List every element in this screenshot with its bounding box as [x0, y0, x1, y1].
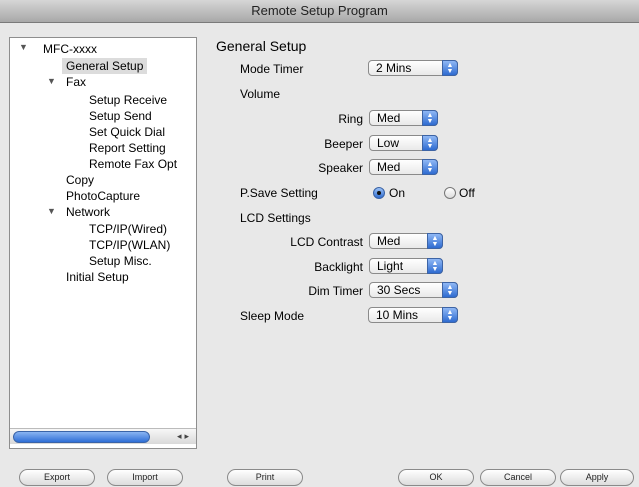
- beeper-select[interactable]: Low ▲ ▼: [369, 135, 438, 151]
- popup-arrows-icon: ▲ ▼: [422, 135, 438, 151]
- ok-button[interactable]: OK: [398, 469, 474, 486]
- lcd-settings-label: LCD Settings: [240, 211, 311, 225]
- dim-timer-label: Dim Timer: [308, 284, 363, 298]
- tree-item-setup-send[interactable]: Setup Send: [89, 108, 152, 124]
- backlight-value: Light: [377, 259, 404, 273]
- tree-item-initial-setup[interactable]: Initial Setup: [66, 269, 129, 285]
- disclosure-expanded-icon[interactable]: ▼: [47, 206, 56, 216]
- beeper-value: Low: [377, 136, 400, 150]
- psave-off-radio[interactable]: [444, 187, 456, 199]
- sleep-mode-label: Sleep Mode: [240, 309, 305, 323]
- export-button[interactable]: Export: [19, 469, 95, 486]
- popup-arrows-icon: ▲ ▼: [442, 282, 458, 298]
- tree-horizontal-scrollbar[interactable]: ◂▸: [10, 428, 196, 444]
- tree-item-setup-misc[interactable]: Setup Misc.: [89, 253, 152, 269]
- speaker-select[interactable]: Med ▲ ▼: [369, 159, 438, 175]
- popup-arrows-icon: ▲ ▼: [442, 60, 458, 76]
- import-button[interactable]: Import: [107, 469, 183, 486]
- tree-item-tcpip-wlan[interactable]: TCP/IP(WLAN): [89, 237, 170, 253]
- scrollbar-thumb[interactable]: [13, 431, 150, 443]
- psave-on-label[interactable]: On: [389, 186, 405, 200]
- psave-label: P.Save Setting: [240, 186, 318, 200]
- psave-on-radio[interactable]: [373, 187, 385, 199]
- tree-item-remote-fax-opt[interactable]: Remote Fax Opt: [89, 156, 177, 172]
- scroll-arrows-icon[interactable]: ◂▸: [177, 429, 192, 444]
- tree-item-fax[interactable]: Fax: [66, 74, 86, 90]
- tree-root[interactable]: MFC-xxxx: [43, 41, 97, 57]
- dim-timer-value: 30 Secs: [377, 283, 421, 297]
- sleep-mode-value: 10 Mins: [376, 308, 419, 322]
- popup-arrows-icon: ▲ ▼: [427, 258, 443, 274]
- popup-arrows-icon: ▲ ▼: [422, 110, 438, 126]
- section-title: General Setup: [216, 38, 307, 54]
- volume-label: Volume: [240, 87, 281, 101]
- lcd-contrast-select[interactable]: Med ▲ ▼: [369, 233, 443, 249]
- dim-timer-select[interactable]: 30 Secs ▲ ▼: [369, 282, 458, 298]
- window-title: Remote Setup Program: [0, 0, 639, 23]
- backlight-label: Backlight: [314, 260, 363, 274]
- speaker-label: Speaker: [318, 161, 363, 175]
- popup-arrows-icon: ▲ ▼: [442, 307, 458, 323]
- beeper-label: Beeper: [324, 137, 363, 151]
- cancel-button[interactable]: Cancel: [480, 469, 556, 486]
- mode-timer-value: 2 Mins: [376, 61, 412, 75]
- popup-arrows-icon: ▲ ▼: [427, 233, 443, 249]
- ring-value: Med: [377, 111, 401, 125]
- sleep-mode-select[interactable]: 10 Mins ▲ ▼: [368, 307, 458, 323]
- tree-item-setup-receive[interactable]: Setup Receive: [89, 92, 167, 108]
- popup-arrows-icon: ▲ ▼: [422, 159, 438, 175]
- tree-item-set-quick-dial[interactable]: Set Quick Dial: [89, 124, 165, 140]
- mode-timer-label: Mode Timer: [240, 62, 304, 76]
- lcd-contrast-value: Med: [377, 234, 401, 248]
- disclosure-expanded-icon[interactable]: ▼: [47, 76, 56, 86]
- print-button[interactable]: Print: [227, 469, 303, 486]
- tree-item-network[interactable]: Network: [66, 204, 110, 220]
- tree-item-general-setup[interactable]: General Setup: [62, 58, 148, 74]
- mode-timer-select[interactable]: 2 Mins ▲ ▼: [368, 60, 458, 76]
- ring-select[interactable]: Med ▲ ▼: [369, 110, 438, 126]
- lcd-contrast-label: LCD Contrast: [290, 235, 363, 249]
- ring-label: Ring: [338, 112, 363, 126]
- tree-item-photocapture[interactable]: PhotoCapture: [66, 188, 140, 204]
- disclosure-expanded-icon[interactable]: ▼: [19, 42, 28, 52]
- backlight-select[interactable]: Light ▲ ▼: [369, 258, 443, 274]
- tree-item-report-setting[interactable]: Report Setting: [89, 140, 166, 156]
- tree-item-copy[interactable]: Copy: [66, 172, 94, 188]
- speaker-value: Med: [377, 160, 401, 174]
- apply-button[interactable]: Apply: [560, 469, 634, 486]
- tree-item-tcpip-wired[interactable]: TCP/IP(Wired): [89, 221, 167, 237]
- settings-tree[interactable]: ▼ MFC-xxxx General Setup ▼ Fax Setup Rec…: [9, 37, 197, 449]
- psave-off-label[interactable]: Off: [459, 186, 475, 200]
